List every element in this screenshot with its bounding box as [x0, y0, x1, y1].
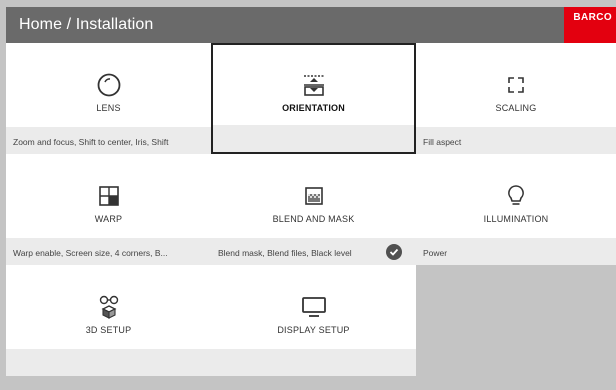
- tile-label: SCALING: [495, 103, 537, 113]
- orientation-icon: [213, 72, 414, 98]
- blend-mask-icon: [211, 183, 416, 209]
- warp-icon: [6, 183, 211, 209]
- barco-logo: BARCO: [564, 7, 616, 43]
- tile-scaling[interactable]: SCALING Fill aspect: [416, 43, 616, 154]
- scaling-icon: [416, 72, 616, 98]
- tile-description: [211, 349, 416, 376]
- monitor-icon: [211, 294, 416, 320]
- tile-orientation[interactable]: ORIENTATION: [211, 43, 416, 154]
- tile-label: 3D SETUP: [85, 325, 132, 335]
- tile-description: [6, 349, 211, 376]
- tile-description: Zoom and focus, Shift to center, Iris, S…: [6, 127, 211, 154]
- tile-display-setup[interactable]: DISPLAY SETUP: [211, 265, 416, 376]
- tile-label: ILLUMINATION: [483, 214, 549, 224]
- logo-text: BARCO: [573, 12, 612, 23]
- tile-description: Fill aspect: [416, 127, 616, 154]
- tile-label: LENS: [96, 103, 121, 113]
- breadcrumb[interactable]: Home / Installation: [6, 16, 153, 34]
- lens-icon: [6, 72, 211, 98]
- tile-label: DISPLAY SETUP: [277, 325, 350, 335]
- tile-lens[interactable]: LENS Zoom and focus, Shift to center, Ir…: [6, 43, 211, 154]
- tile-description: Warp enable, Screen size, 4 corners, B..…: [6, 238, 211, 265]
- tile-3d-setup[interactable]: 3D SETUP: [6, 265, 211, 376]
- tile-blend-and-mask[interactable]: BLEND AND MASK Blend mask, Blend files, …: [211, 154, 416, 265]
- tile-warp[interactable]: WARP Warp enable, Screen size, 4 corners…: [6, 154, 211, 265]
- tile-description: Power: [416, 238, 616, 265]
- tile-illumination[interactable]: ILLUMINATION Power: [416, 154, 616, 265]
- tile-description: [213, 125, 414, 152]
- checkmark-icon: [386, 244, 402, 260]
- tile-label: ORIENTATION: [282, 103, 345, 113]
- menu-grid: LENS Zoom and focus, Shift to center, Ir…: [6, 43, 616, 376]
- tile-label: WARP: [94, 214, 123, 224]
- tile-label: BLEND AND MASK: [272, 214, 355, 224]
- lightbulb-icon: [416, 183, 616, 209]
- header-bar: Home / Installation BARCO: [6, 7, 616, 43]
- 3d-glasses-icon: [6, 294, 211, 320]
